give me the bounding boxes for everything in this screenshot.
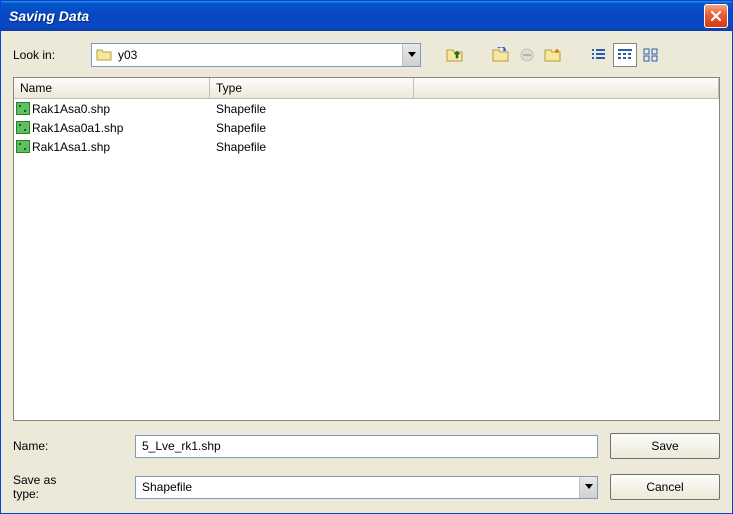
connect-folder-button[interactable] <box>489 43 513 67</box>
list-view-button[interactable] <box>587 43 611 67</box>
lookin-toolbar: Look in: y03 <box>13 43 720 67</box>
close-button[interactable] <box>704 4 728 28</box>
file-name-cell: Rak1Asa0a1.shp <box>14 121 210 135</box>
lookin-dropdown-arrow[interactable] <box>402 44 420 66</box>
chevron-down-icon <box>408 52 416 58</box>
file-list-body[interactable]: Rak1Asa0.shp Shapefile Rak1Asa0a1.shp Shape… <box>14 99 719 420</box>
disconnect-folder-icon <box>518 47 536 63</box>
name-label: Name: <box>13 439 83 453</box>
shapefile-icon <box>16 140 30 153</box>
new-folder-icon <box>544 47 562 63</box>
save-as-type-label: Save as type: <box>13 473 83 501</box>
chevron-down-icon <box>585 484 593 490</box>
save-as-type-arrow[interactable] <box>579 477 597 498</box>
column-header-name[interactable]: Name <box>14 78 210 98</box>
file-name: Rak1Asa0a1.shp <box>32 121 123 135</box>
file-list: Name Type Rak1Asa0.shpShapefileRak1Asa0a… <box>13 77 720 421</box>
file-type-cell: Shapefile <box>210 140 414 154</box>
lookin-label: Look in: <box>13 48 83 62</box>
lookin-folder-name: y03 <box>116 48 402 62</box>
lookin-dropdown[interactable]: y03 <box>91 43 421 67</box>
file-row[interactable]: Rak1Asa0a1.shp Shapefile <box>14 118 719 137</box>
up-one-level-button[interactable] <box>443 43 467 67</box>
new-folder-button[interactable] <box>541 43 565 67</box>
file-type-cell: Shapefile <box>210 121 414 135</box>
saving-data-dialog: Saving Data Look in: y03 <box>0 0 733 514</box>
file-row[interactable]: Rak1Asa0.shp Shapefile <box>14 99 719 118</box>
column-header-type[interactable]: Type <box>210 78 414 98</box>
details-view-button[interactable] <box>613 43 637 67</box>
save-button[interactable]: Save <box>610 433 720 459</box>
window-title: Saving Data <box>9 8 704 24</box>
file-type-cell: Shapefile <box>210 102 414 116</box>
thumbnails-view-button[interactable] <box>639 43 663 67</box>
save-form: Name: Save Save as type: Shapefile Cance… <box>13 433 720 501</box>
file-name-cell: Rak1Asa0.shp <box>14 102 210 116</box>
column-header-blank <box>414 78 719 98</box>
titlebar: Saving Data <box>1 1 732 31</box>
details-view-icon <box>617 48 633 62</box>
list-view-icon <box>591 48 607 62</box>
connect-folder-icon <box>492 47 510 63</box>
save-as-type-value: Shapefile <box>136 480 579 494</box>
file-name-cell: Rak1Asa1.shp <box>14 140 210 154</box>
save-as-type-dropdown[interactable]: Shapefile <box>135 476 598 499</box>
folder-icon <box>96 48 112 62</box>
filename-input[interactable] <box>135 435 598 458</box>
file-name: Rak1Asa0.shp <box>32 102 110 116</box>
disconnect-folder-button <box>515 43 539 67</box>
file-name: Rak1Asa1.shp <box>32 140 110 154</box>
shapefile-icon <box>16 121 30 134</box>
shapefile-icon <box>16 102 30 115</box>
thumbnails-view-icon <box>643 48 659 62</box>
file-list-header: Name Type <box>14 78 719 99</box>
up-folder-icon <box>446 47 464 63</box>
dialog-body: Look in: y03 <box>1 31 732 513</box>
close-icon <box>710 10 722 22</box>
cancel-button[interactable]: Cancel <box>610 474 720 500</box>
file-row[interactable]: Rak1Asa1.shp Shapefile <box>14 137 719 156</box>
